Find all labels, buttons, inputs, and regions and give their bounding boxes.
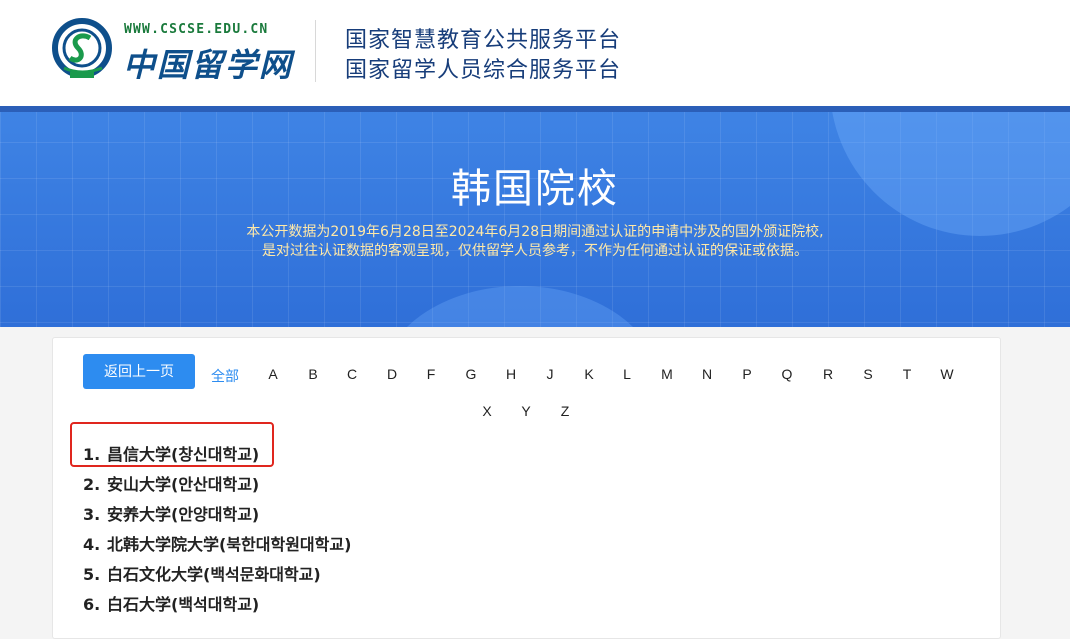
banner-top-border bbox=[0, 106, 1070, 112]
school-name: 北韩大学院大学(북한대학원대학교) bbox=[107, 535, 352, 554]
cscse-logo-icon[interactable] bbox=[52, 18, 116, 82]
filter-letter-m[interactable]: M bbox=[655, 366, 679, 382]
filter-letter-q[interactable]: Q bbox=[775, 366, 799, 382]
filter-letter-r[interactable]: R bbox=[816, 366, 840, 382]
logo-title[interactable]: 中国留学网 bbox=[123, 40, 293, 86]
hero-banner: 韩国院校 本公开数据为2019年6月28日至2024年6月28日期间通过认证的申… bbox=[0, 106, 1070, 327]
school-number: 2. bbox=[83, 475, 101, 494]
filter-letter-f[interactable]: F bbox=[419, 366, 443, 382]
school-item[interactable]: 1. 昌信大学(창신대학교) bbox=[83, 440, 351, 470]
header-divider bbox=[315, 20, 316, 82]
school-list-card: 返回上一页 全部 A B C D F G H J K L M N P Q R S… bbox=[52, 337, 1001, 639]
school-number: 5. bbox=[83, 565, 101, 584]
filter-letter-c[interactable]: C bbox=[340, 366, 364, 382]
filter-letter-n[interactable]: N bbox=[695, 366, 719, 382]
filter-letter-b[interactable]: B bbox=[301, 366, 325, 382]
school-number: 6. bbox=[83, 595, 101, 614]
filter-letter-g[interactable]: G bbox=[459, 366, 483, 382]
filter-letter-z[interactable]: Z bbox=[553, 403, 577, 419]
filter-letter-p[interactable]: P bbox=[735, 366, 759, 382]
platform-title-2: 国家留学人员综合服务平台 bbox=[345, 58, 622, 83]
school-name: 白石文化大学(백석문화대학교) bbox=[107, 565, 321, 584]
school-number: 3. bbox=[83, 505, 101, 524]
platform-title-1: 国家智慧教育公共服务平台 bbox=[345, 28, 622, 53]
filter-letter-j[interactable]: J bbox=[538, 366, 562, 382]
school-name: 白石大学(백석대학교) bbox=[107, 595, 260, 614]
school-item[interactable]: 2. 安山大学(안산대학교) bbox=[83, 470, 351, 500]
filter-letter-h[interactable]: H bbox=[499, 366, 523, 382]
school-item[interactable]: 3. 安养大学(안양대학교) bbox=[83, 500, 351, 530]
back-button[interactable]: 返回上一页 bbox=[83, 354, 195, 389]
school-number: 4. bbox=[83, 535, 101, 554]
school-name: 昌信大学(창신대학교) bbox=[107, 445, 260, 464]
filter-letter-a[interactable]: A bbox=[261, 366, 285, 382]
page-title: 韩国院校 bbox=[451, 166, 619, 212]
filter-letter-x[interactable]: X bbox=[475, 403, 499, 419]
school-name: 安山大学(안산대학교) bbox=[107, 475, 260, 494]
filter-letter-l[interactable]: L bbox=[615, 366, 639, 382]
filter-letter-d[interactable]: D bbox=[380, 366, 404, 382]
school-item[interactable]: 4. 北韩大学院大学(북한대학원대학교) bbox=[83, 530, 351, 560]
school-item[interactable]: 5. 白石文化大学(백석문화대학교) bbox=[83, 560, 351, 590]
filter-letter-s[interactable]: S bbox=[856, 366, 880, 382]
school-item[interactable]: 6. 白石大学(백석대학교) bbox=[83, 590, 351, 620]
disclaimer-line-1: 本公开数据为2019年6月28日至2024年6月28日期间通过认证的申请中涉及的… bbox=[246, 224, 824, 240]
filter-letter-y[interactable]: Y bbox=[514, 403, 538, 419]
disclaimer-line-2: 是对过往认证数据的客观呈现，仅供留学人员参考，不作为任何通过认证的保证或依据。 bbox=[262, 243, 808, 259]
filter-letter-k[interactable]: K bbox=[577, 366, 601, 382]
filter-letter-t[interactable]: T bbox=[895, 366, 919, 382]
school-name: 安养大学(안양대학교) bbox=[107, 505, 260, 524]
filter-letter-w[interactable]: W bbox=[935, 366, 959, 382]
school-number: 1. bbox=[83, 445, 101, 464]
logo-url-text: WWW.CSCSE.EDU.CN bbox=[124, 22, 269, 37]
site-header: WWW.CSCSE.EDU.CN 中国留学网 国家智慧教育公共服务平台 国家留学… bbox=[0, 0, 1070, 106]
filter-all[interactable]: 全部 bbox=[205, 366, 245, 386]
school-list: 1. 昌信大学(창신대학교) 2. 安山大学(안산대학교) 3. 安养大学(안양대학교… bbox=[83, 440, 351, 620]
